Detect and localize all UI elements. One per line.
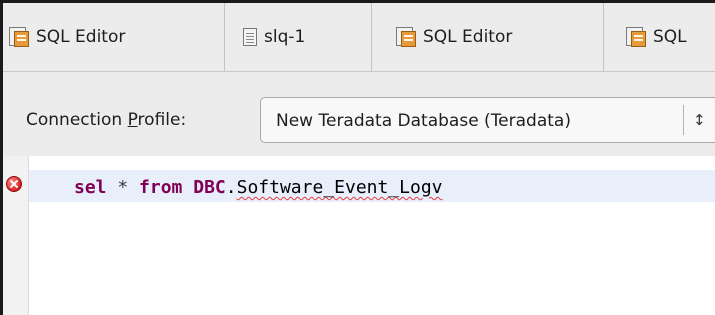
tab-sql-editor-2[interactable]: SQL Editor <box>372 3 604 71</box>
tab-sql-editor-3[interactable]: SQL <box>604 3 715 71</box>
connection-profile-label: Connection Profile: <box>26 110 187 130</box>
tab-label: SQL Editor <box>423 27 513 47</box>
sql-editor-icon <box>626 27 646 47</box>
editor-gutter <box>3 156 29 315</box>
object-name: Software_Event_Logv <box>236 177 443 198</box>
connection-profile-bar: Connection Profile: New Teradata Databas… <box>3 72 715 156</box>
keyword-sel: sel <box>74 177 107 198</box>
keyword-from: from <box>139 177 183 198</box>
database-name: DBC <box>193 177 226 198</box>
chevron-up-down-icon[interactable]: ↕ <box>693 105 706 135</box>
sql-editor-icon <box>396 27 416 47</box>
file-icon <box>243 28 257 46</box>
asterisk: * <box>117 177 129 198</box>
tab-slq-1[interactable]: slq-1 <box>225 3 372 71</box>
code-line[interactable]: sel * from DBC.Software_Event_Logv <box>74 177 443 199</box>
tab-label: SQL Editor <box>36 27 126 47</box>
tab-label: SQL <box>653 27 687 47</box>
sql-editor-window: SQL Editor slq-1 SQL Editor SQL Connecti… <box>0 0 715 315</box>
error-icon[interactable] <box>6 176 22 192</box>
dot: . <box>225 177 237 198</box>
editor-tab-bar: SQL Editor slq-1 SQL Editor SQL <box>3 3 715 72</box>
tab-sql-editor-1[interactable]: SQL Editor <box>3 3 225 71</box>
tab-label: slq-1 <box>264 27 306 47</box>
sql-text-editor[interactable]: sel * from DBC.Software_Event_Logv <box>3 156 715 315</box>
sql-editor-icon <box>9 27 29 47</box>
connection-profile-select[interactable]: New Teradata Database (Teradata) ↕ <box>260 97 715 143</box>
connection-profile-value: New Teradata Database (Teradata) <box>276 111 571 131</box>
combo-divider <box>683 105 684 135</box>
